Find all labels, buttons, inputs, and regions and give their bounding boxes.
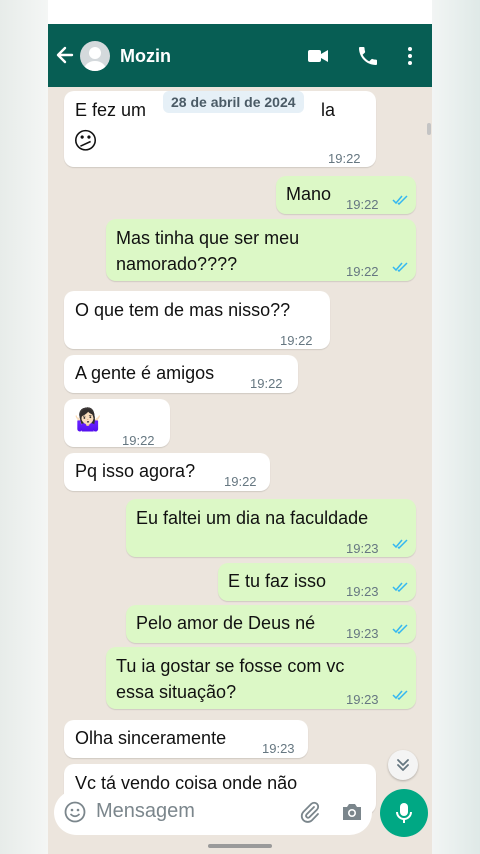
- message-emoji: 🤷🏻‍♀️: [74, 407, 102, 432]
- more-options-icon[interactable]: [398, 44, 422, 68]
- date-chip: 28 de abril de 2024: [163, 91, 304, 113]
- message-time: 19:22: [122, 433, 155, 448]
- background-right: [432, 0, 480, 854]
- message-text: Mano: [286, 184, 332, 204]
- camera-icon[interactable]: [340, 801, 364, 823]
- chat-area[interactable]: E fez um la 😕 19:22 28 de abril de 2024 …: [48, 87, 432, 854]
- message-bubble-outgoing[interactable]: Mano 19:22: [276, 176, 416, 214]
- message-text: essa situação?: [116, 682, 237, 702]
- message-bubble-outgoing[interactable]: Pelo amor de Deus né 19:23: [126, 605, 416, 643]
- avatar-icon: [84, 47, 106, 71]
- message-time: 19:22: [328, 151, 361, 166]
- message-bubble-outgoing[interactable]: Eu faltei um dia na faculdade 19:23: [126, 499, 416, 557]
- message-text: O que tem de mas nisso??: [75, 300, 291, 320]
- read-ticks-icon: [392, 539, 408, 549]
- contact-name[interactable]: Mozin: [120, 46, 171, 67]
- emoji-icon[interactable]: [64, 801, 86, 823]
- read-ticks-icon: [392, 582, 408, 592]
- message-emoji: 😕: [73, 128, 99, 155]
- message-bubble-incoming[interactable]: 🤷🏻‍♀️ 19:22: [64, 399, 170, 448]
- double-chevron-down-icon: [397, 759, 409, 771]
- message-time: 19:22: [250, 376, 283, 391]
- read-ticks-icon: [392, 690, 408, 700]
- back-arrow-icon[interactable]: [54, 42, 76, 68]
- mic-icon: [396, 803, 412, 823]
- navigation-handle[interactable]: [208, 844, 272, 848]
- read-ticks-icon: [392, 195, 408, 205]
- message-text: namorado????: [116, 254, 238, 274]
- message-time: 19:23: [346, 584, 379, 599]
- background-left: [0, 0, 48, 854]
- message-bubble-incoming[interactable]: Olha sinceramente 19:23: [64, 720, 308, 758]
- message-text: E fez um: [75, 100, 147, 120]
- message-input-bar[interactable]: Mensagem: [54, 790, 372, 835]
- scroll-down-button[interactable]: [388, 750, 418, 780]
- avatar[interactable]: [80, 41, 110, 71]
- message-time: 19:23: [346, 692, 379, 707]
- phone-screen: Mozin E fez um la 😕 19:22 28 de abril de…: [48, 24, 432, 854]
- message-bubble-outgoing[interactable]: Tu ia gostar se fosse com vc essa situaç…: [106, 647, 416, 709]
- message-text: la: [321, 100, 336, 120]
- message-text: Tu ia gostar se fosse com vc: [116, 656, 345, 676]
- message-time: 19:22: [224, 474, 257, 489]
- read-ticks-icon: [392, 262, 408, 272]
- message-bubble-outgoing[interactable]: E tu faz isso 19:23: [218, 563, 416, 601]
- message-bubble-incoming[interactable]: Pq isso agora? 19:22: [64, 453, 270, 491]
- message-bubble-incoming[interactable]: O que tem de mas nisso?? 19:22: [64, 291, 330, 349]
- message-text: Pq isso agora?: [75, 461, 196, 481]
- message-time: 19:23: [346, 541, 379, 556]
- video-call-icon[interactable]: [306, 44, 330, 68]
- message-bubble-incoming[interactable]: A gente é amigos 19:22: [64, 355, 298, 393]
- scrollbar[interactable]: [427, 123, 431, 135]
- message-bubble-outgoing[interactable]: Mas tinha que ser meu namorado???? 19:22: [106, 219, 416, 281]
- message-time: 19:22: [346, 264, 379, 279]
- read-ticks-icon: [392, 624, 408, 634]
- message-text: E tu faz isso: [228, 571, 327, 591]
- message-text: Olha sinceramente: [75, 728, 227, 748]
- message-text: Mas tinha que ser meu: [116, 228, 300, 248]
- message-text: A gente é amigos: [75, 363, 215, 383]
- voice-message-button[interactable]: [380, 789, 428, 837]
- message-input[interactable]: Mensagem: [96, 800, 195, 823]
- message-time: 19:22: [280, 333, 313, 348]
- message-text: Pelo amor de Deus né: [136, 613, 316, 633]
- message-time: 19:23: [262, 741, 295, 756]
- phone-icon[interactable]: [356, 44, 380, 68]
- message-text: Eu faltei um dia na faculdade: [136, 508, 369, 528]
- chat-header: Mozin: [48, 24, 432, 87]
- message-time: 19:23: [346, 626, 379, 641]
- message-time: 19:22: [346, 197, 379, 212]
- attach-icon[interactable]: [298, 800, 322, 824]
